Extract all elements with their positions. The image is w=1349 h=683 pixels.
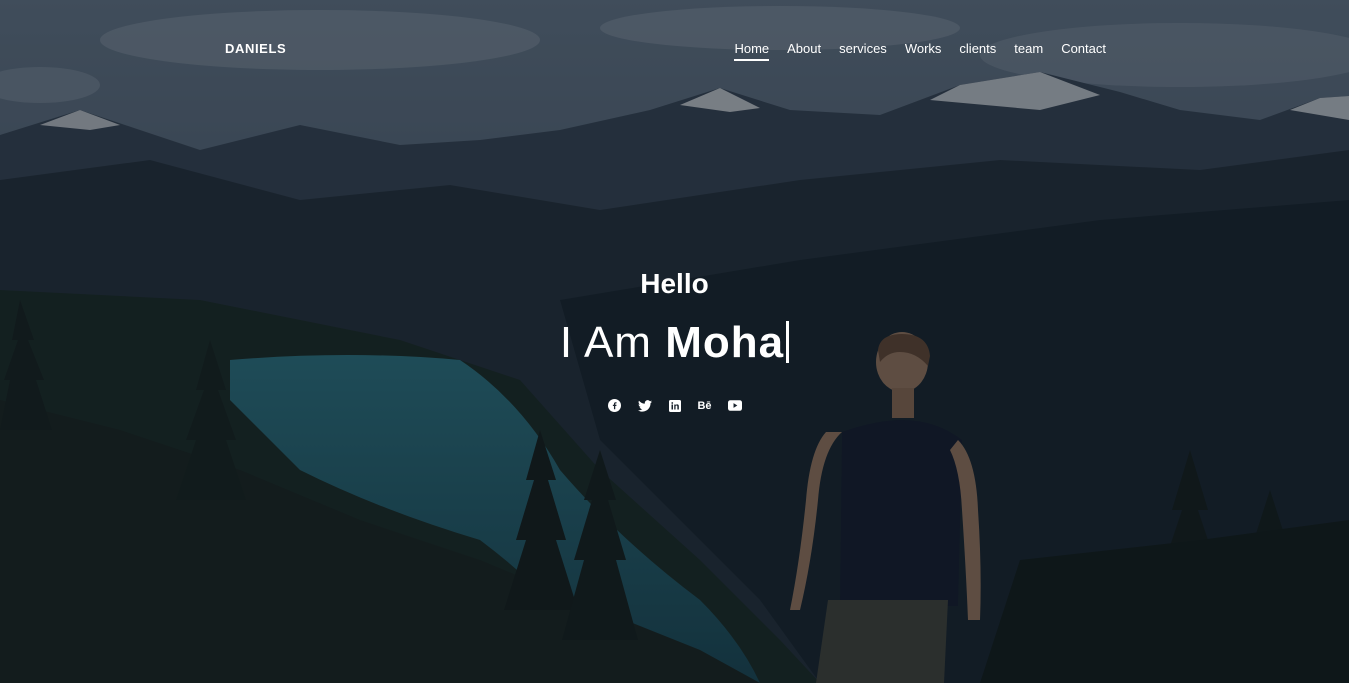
- linkedin-icon[interactable]: [667, 398, 682, 413]
- top-navigation: DANIELS Home About services Works client…: [0, 0, 1349, 96]
- twitter-icon[interactable]: [637, 398, 652, 413]
- youtube-icon[interactable]: [727, 398, 742, 413]
- brand-logo[interactable]: DANIELS: [225, 41, 286, 56]
- behance-icon[interactable]: Bē: [697, 398, 712, 413]
- facebook-icon[interactable]: [607, 398, 622, 413]
- nav-link-services[interactable]: services: [839, 41, 887, 61]
- social-links: Bē: [0, 398, 1349, 413]
- nav-link-team[interactable]: team: [1014, 41, 1043, 61]
- nav-link-contact[interactable]: Contact: [1061, 41, 1106, 61]
- hero-greeting: Hello: [640, 268, 709, 299]
- nav-links: Home About services Works clients team C…: [734, 41, 1106, 61]
- headline-prefix: I Am: [559, 318, 652, 367]
- nav-link-works[interactable]: Works: [905, 41, 942, 61]
- nav-link-about[interactable]: About: [787, 41, 821, 61]
- hero-headline: I Am Moha: [0, 318, 1349, 368]
- nav-link-home[interactable]: Home: [734, 41, 770, 61]
- hero-section: DANIELS Home About services Works client…: [0, 0, 1349, 683]
- headline-name: Moha: [665, 318, 785, 367]
- nav-link-clients[interactable]: clients: [959, 41, 996, 61]
- typing-cursor: [786, 321, 790, 363]
